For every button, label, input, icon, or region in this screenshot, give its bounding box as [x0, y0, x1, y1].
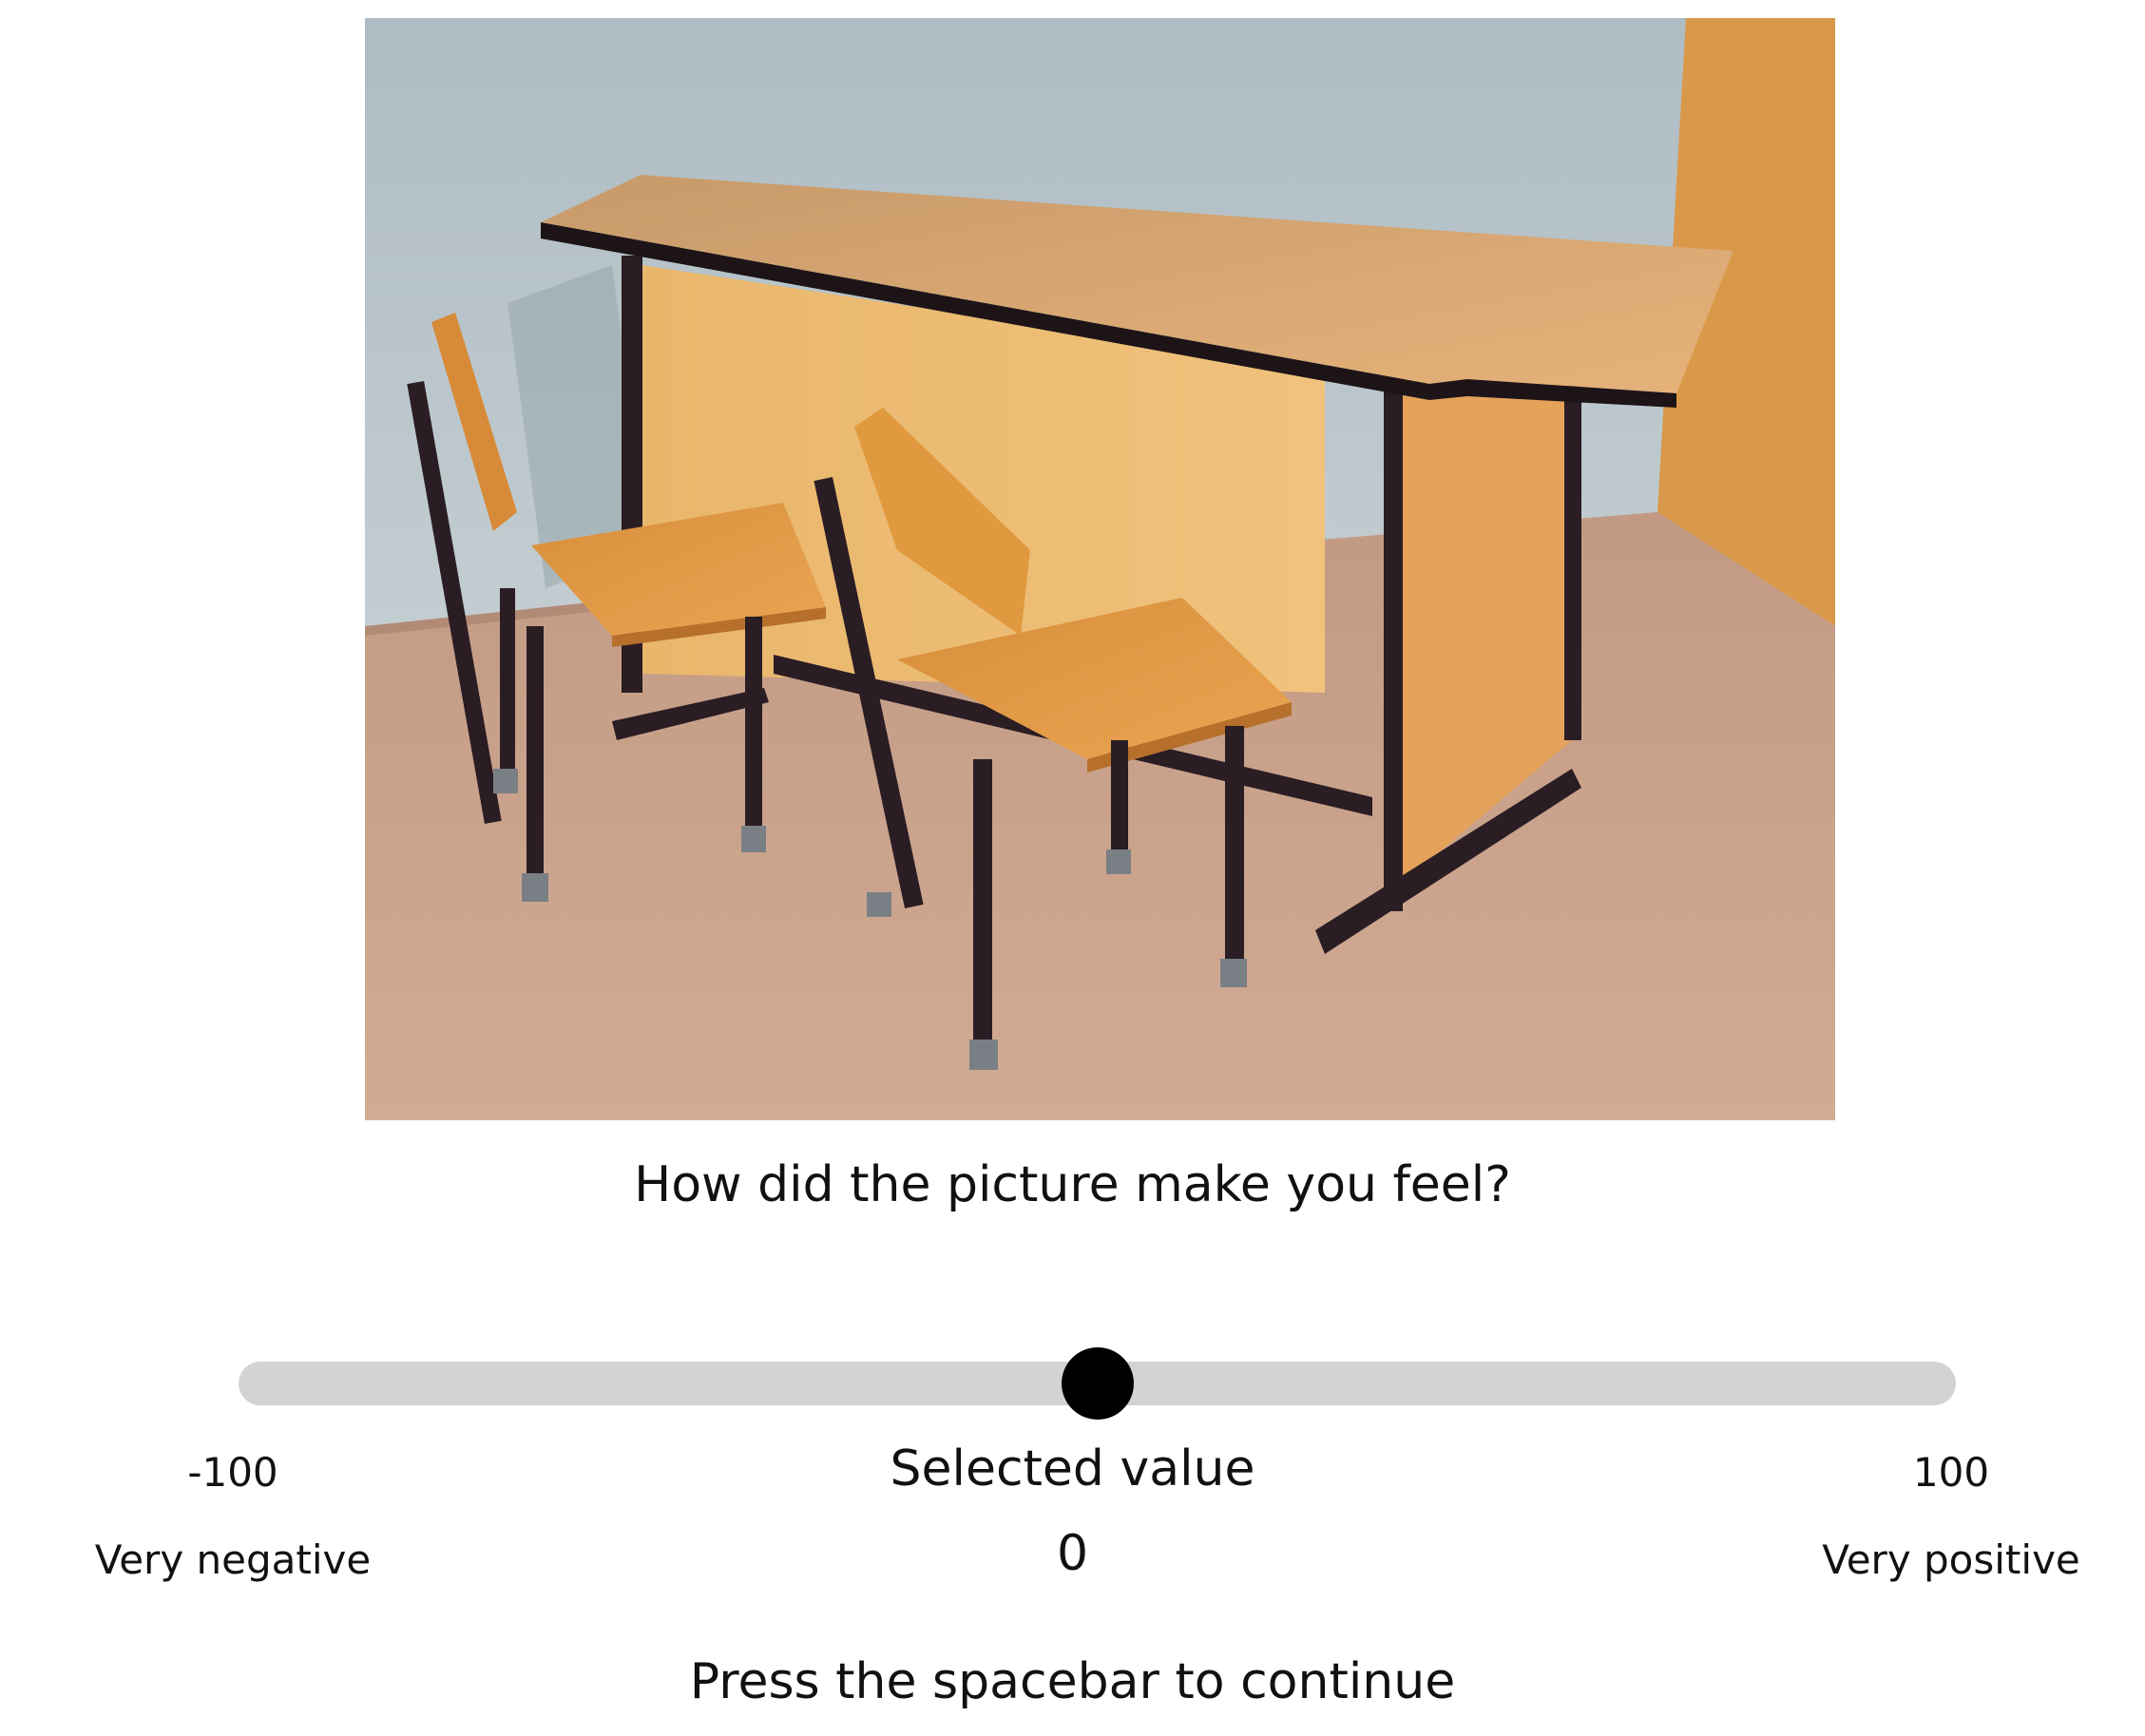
stimulus-image — [365, 18, 1835, 1120]
rating-slider[interactable] — [239, 1347, 1956, 1420]
slider-thumb[interactable] — [1061, 1347, 1134, 1420]
selected-value-caption: Selected value — [890, 1440, 1255, 1498]
slider-min-label: Very negative — [94, 1536, 372, 1583]
question-text: How did the picture make you feel? — [634, 1156, 1511, 1213]
slider-max-label: Very positive — [1822, 1536, 2080, 1583]
rating-screen: How did the picture make you feel? -100 … — [0, 0, 2145, 1736]
desk-and-chairs-illustration — [365, 18, 1835, 1120]
continue-prompt: Press the spacebar to continue — [689, 1653, 1456, 1710]
